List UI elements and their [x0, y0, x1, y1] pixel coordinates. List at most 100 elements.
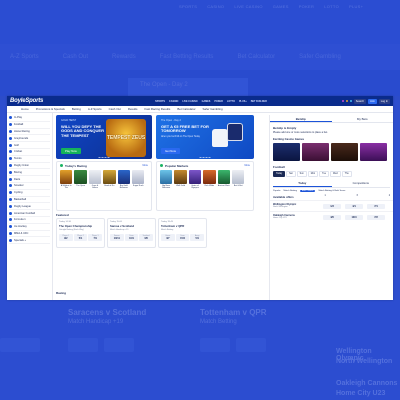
odds-button[interactable]: 4/6 — [323, 214, 341, 220]
day-tab[interactable]: Wed — [330, 171, 341, 177]
get-now-button[interactable]: Get Now — [161, 148, 180, 154]
fixture-row[interactable]: Oakleigh Cannons Home City U23 4/6 10/3 7… — [270, 211, 393, 222]
odds-button[interactable]: Player 2 5/1 — [73, 234, 88, 241]
tab-today[interactable]: Today — [273, 180, 332, 187]
subnav-fast-racing[interactable]: Fast Racing Results — [145, 107, 171, 111]
casino-game-thumbnail[interactable] — [302, 143, 329, 161]
game-tile[interactable]: Book of Ra — [103, 170, 116, 190]
day-tab[interactable]: Today — [273, 171, 286, 177]
sidebar-item[interactable]: Golf — [9, 142, 50, 149]
sidebar-item[interactable]: Snooker — [9, 183, 50, 190]
sidebar-item[interactable]: Rugby Union — [9, 163, 50, 170]
featured-match-card[interactable]: Today 19:45 Tottenham v QPR Match Bettin… — [158, 218, 207, 248]
sidebar-item[interactable]: Specials + — [9, 237, 50, 245]
sidebar-item[interactable]: Football — [9, 122, 50, 129]
odds-button[interactable]: Away 5/1 — [190, 234, 205, 241]
boylesports-logo[interactable]: BoyleSports — [10, 98, 43, 104]
subnav-promotions[interactable]: Promotions & Specials — [36, 107, 65, 111]
odds-button[interactable]: 10/3 — [345, 214, 363, 220]
more-link[interactable]: More — [245, 164, 250, 167]
join-button[interactable]: Join — [368, 98, 377, 104]
nav-lotto[interactable]: LOTTO — [227, 100, 235, 103]
casino-game-thumbnail[interactable] — [331, 143, 358, 161]
sidebar-item[interactable]: Basketball — [9, 197, 50, 204]
day-tab[interactable]: Mon — [307, 171, 319, 177]
sidebar-item[interactable]: Ice Hockey — [9, 224, 50, 231]
game-tile[interactable]: Big Bass Bonanza — [160, 170, 173, 190]
odds-button[interactable]: 1/3 — [323, 203, 341, 209]
game-tile[interactable]: Rich Wilde — [203, 170, 216, 190]
odds-button[interactable]: Player 1 9/2 — [59, 234, 73, 241]
casino-game-thumbnail[interactable] — [360, 143, 387, 161]
sidebar-item[interactable]: Greyhounds — [9, 135, 50, 143]
nav-live-casino[interactable]: LIVE CASINO — [182, 100, 197, 103]
odds-button[interactable]: Draw 15/4 — [175, 234, 190, 241]
odds-button[interactable]: Samoa 10/11 — [110, 234, 124, 241]
game-tile[interactable]: Gates of Olympus — [188, 170, 202, 190]
odds-button[interactable]: Player 3 7/1 — [88, 234, 103, 241]
odds-button[interactable]: Draw 10/1 — [124, 234, 139, 241]
subnav-a-z-sports[interactable]: A-Z Sports — [88, 107, 102, 111]
filter-combo[interactable]: Match Betting & Both Score — [318, 190, 345, 192]
subnav-cash-out[interactable]: Cash Out — [109, 107, 121, 111]
nav-bet-builder[interactable]: BET BUILDER — [251, 100, 267, 103]
odds-button[interactable]: 4/1 — [345, 203, 363, 209]
game-tile[interactable]: Guys & Goons — [88, 170, 102, 190]
odds-button[interactable]: Scotland 9/5 — [139, 234, 154, 241]
subnav-results[interactable]: Results — [128, 107, 138, 111]
sidebar-item[interactable]: Darts — [9, 176, 50, 183]
bg-strip-item: Cash Out — [62, 54, 89, 60]
nav-poker[interactable]: POKER — [214, 100, 223, 103]
filter-popular[interactable]: Popular — [273, 190, 281, 192]
tab-my-bets[interactable]: My Bets — [332, 115, 394, 122]
sidebar-item[interactable]: Formula 1 — [9, 217, 50, 224]
game-tile[interactable]: Big Gold Bonanza — [117, 170, 130, 190]
nav-sports[interactable]: SPORTS — [155, 100, 165, 103]
game-tile[interactable]: Wolf Gold — [174, 170, 187, 190]
promo-banner-open[interactable]: The Open - Day 2 GET A €5 FREE BET FOR T… — [156, 115, 254, 159]
game-tile[interactable]: The Open — [74, 170, 87, 190]
day-tab[interactable]: Tue — [319, 171, 330, 177]
play-now-button[interactable]: Play Now — [61, 148, 81, 154]
game-tile[interactable]: Ancient Slots — [217, 170, 230, 190]
subnav-safer-gambling[interactable]: Safer Gambling — [203, 107, 223, 111]
day-tab[interactable]: Sat — [286, 171, 296, 177]
subnav-home[interactable]: Home — [21, 107, 29, 111]
nav-games[interactable]: GAMES — [202, 100, 211, 103]
search-button[interactable]: Search — [353, 98, 367, 104]
sidebar-item[interactable]: American Football — [9, 210, 50, 217]
sidebar-item[interactable]: Boxing — [9, 169, 50, 177]
odds-button[interactable]: Home 4/7 — [161, 234, 175, 241]
game-tile[interactable]: Sugar Rush — [131, 170, 145, 190]
sidebar-item[interactable]: Rugby League — [9, 203, 50, 211]
sidebar-item[interactable]: MMA & UFC — [9, 231, 50, 238]
sidebar-item[interactable]: Cricket — [9, 149, 50, 156]
tab-competitions[interactable]: Competitions — [332, 180, 391, 187]
filter-both-teams[interactable]: Both Teams — [299, 190, 316, 192]
game-tile[interactable]: A Wildcat In The — [60, 170, 73, 190]
promo-banner-tempest[interactable]: GOLD HEIST WILL YOU DEFY THE GODS AND CO… — [56, 115, 152, 159]
subnav-betting[interactable]: Betting — [72, 107, 81, 111]
featured-match-card[interactable]: Today 15:00 Samoa v Scotland Match Handi… — [107, 218, 156, 248]
fixture-row[interactable]: Wellington Olympic North Wellington 1/3 4… — [270, 200, 393, 211]
tab-betslip[interactable]: Betslip — [270, 115, 332, 122]
day-tab[interactable]: Thu — [341, 171, 352, 177]
featured-match-card[interactable]: Today 14:30 The Open Championship Outrig… — [56, 218, 105, 248]
filter-match-betting[interactable]: Match Betting — [284, 190, 297, 192]
day-tab[interactable]: Sun — [296, 171, 307, 177]
nav-plus[interactable]: PLUS+ — [239, 100, 247, 103]
more-link[interactable]: More — [143, 164, 148, 167]
carousel-dots[interactable] — [199, 157, 211, 158]
game-tile[interactable]: Bet & Bet — [231, 170, 245, 190]
sidebar-item[interactable]: Tennis — [9, 156, 50, 163]
odds-button[interactable]: 7/2 — [367, 214, 385, 220]
carousel-dots[interactable] — [98, 157, 110, 158]
sidebar-item[interactable]: Horse Racing — [9, 129, 50, 136]
odds-button[interactable]: 7/1 — [367, 203, 385, 209]
casino-game-thumbnail[interactable] — [273, 143, 300, 161]
nav-casino[interactable]: CASINO — [169, 100, 178, 103]
sidebar-item[interactable]: Cycling — [9, 190, 50, 197]
sidebar-item[interactable]: In-Play — [9, 115, 50, 122]
subnav-bet-calculator[interactable]: Bet Calculator — [177, 107, 195, 111]
login-button[interactable]: Log In — [378, 98, 390, 104]
